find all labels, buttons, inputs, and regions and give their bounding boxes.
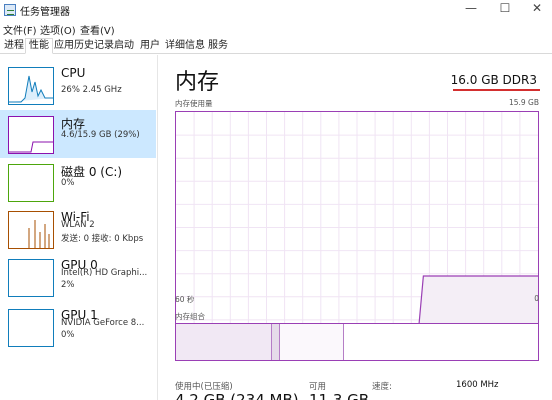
composition-label: 内存组合 (175, 312, 205, 321)
sidebar-item-detail: NVIDIA GeForce 8... (61, 318, 145, 328)
memory-spec: 16.0 GB DDR3 (450, 73, 537, 87)
memory-composition-bar (175, 323, 539, 361)
usage-graph-canvas (176, 112, 538, 343)
tab-services[interactable]: 服务 (204, 38, 232, 54)
composition-in-use (176, 324, 272, 360)
speed-label: 速度: (372, 382, 392, 392)
sidebar-item-detail: 26% 2.45 GHz (61, 85, 122, 95)
menu-options[interactable]: 选项(O) (40, 22, 76, 37)
tab-startup[interactable]: 启动 (110, 38, 138, 54)
memory-thumbnail-graph (8, 116, 54, 154)
resource-sidebar: CPU 26% 2.45 GHz 内存 4.6/15.9 GB (29%) 磁盘… (0, 55, 158, 400)
in-use-value: 4.2 GB (234 MB) (175, 391, 299, 400)
sidebar-item-detail: Intel(R) HD Graphi... (61, 268, 148, 278)
title-bar: 任务管理器 — ☐ ✕ (0, 0, 552, 20)
composition-standby (280, 324, 344, 360)
composition-modified (272, 324, 280, 360)
sidebar-item-gpu1[interactable]: GPU 1 NVIDIA GeForce 8... 0% (0, 303, 156, 351)
graph-zero-label: 0 (534, 294, 539, 303)
available-value: 11.3 GB (309, 391, 370, 400)
sidebar-item-detail: WLAN 2 (61, 220, 95, 230)
maximize-button[interactable]: ☐ (488, 0, 522, 18)
graph-time-label: 60 秒 (175, 295, 195, 304)
tab-users[interactable]: 用户 (136, 38, 164, 54)
tab-performance[interactable]: 性能 (25, 38, 53, 54)
tab-processes[interactable]: 进程 (0, 38, 28, 54)
sidebar-item-throughput: 发送: 0 接收: 0 Kbps (61, 234, 144, 244)
sidebar-item-detail: 4.6/15.9 GB (29%) (61, 130, 140, 140)
spec-highlight-underline (453, 89, 540, 91)
sidebar-item-utilization: 2% (61, 280, 75, 290)
sidebar-item-gpu0[interactable]: GPU 0 Intel(R) HD Graphi... 2% (0, 253, 156, 301)
window-title: 任务管理器 (20, 7, 70, 18)
disk-thumbnail-graph (8, 164, 54, 202)
sidebar-item-cpu[interactable]: CPU 26% 2.45 GHz (0, 61, 156, 109)
minimize-button[interactable]: — (454, 0, 488, 18)
page-title: 内存 (175, 70, 220, 95)
tab-details[interactable]: 详细信息 (161, 38, 209, 54)
sidebar-item-disk[interactable]: 磁盘 0 (C:) 0% (0, 158, 156, 206)
close-button[interactable]: ✕ (520, 0, 552, 18)
menu-file[interactable]: 文件(F) (3, 22, 37, 37)
gpu1-thumbnail-graph (8, 309, 54, 347)
sidebar-item-utilization: 0% (61, 330, 75, 340)
sidebar-item-wifi[interactable]: Wi-Fi WLAN 2 发送: 0 接收: 0 Kbps (0, 205, 156, 253)
memory-detail-panel: 内存 16.0 GB DDR3 内存使用量 15.9 GB 60 秒 0 内存组… (159, 55, 552, 400)
usage-graph-label: 内存使用量 (175, 99, 213, 108)
composition-free (344, 324, 538, 360)
sidebar-item-detail: 0% (61, 178, 75, 188)
cpu-thumbnail-graph (8, 67, 54, 105)
usage-graph-max: 15.9 GB (508, 98, 539, 107)
tab-app-history[interactable]: 应用历史记录 (50, 38, 118, 54)
menu-view[interactable]: 查看(V) (80, 22, 115, 37)
speed-value: 1600 MHz (456, 380, 499, 390)
sidebar-item-name: CPU (61, 66, 86, 80)
menu-bar: 文件(F) 选项(O) 查看(V) (0, 20, 552, 37)
task-manager-icon (4, 4, 16, 16)
wifi-thumbnail-graph (8, 211, 54, 249)
tab-bar: 进程 性能 应用历史记录 启动 用户 详细信息 服务 (0, 37, 552, 54)
sidebar-item-memory[interactable]: 内存 4.6/15.9 GB (29%) (0, 110, 156, 158)
gpu0-thumbnail-graph (8, 259, 54, 297)
memory-usage-graph (175, 111, 539, 344)
